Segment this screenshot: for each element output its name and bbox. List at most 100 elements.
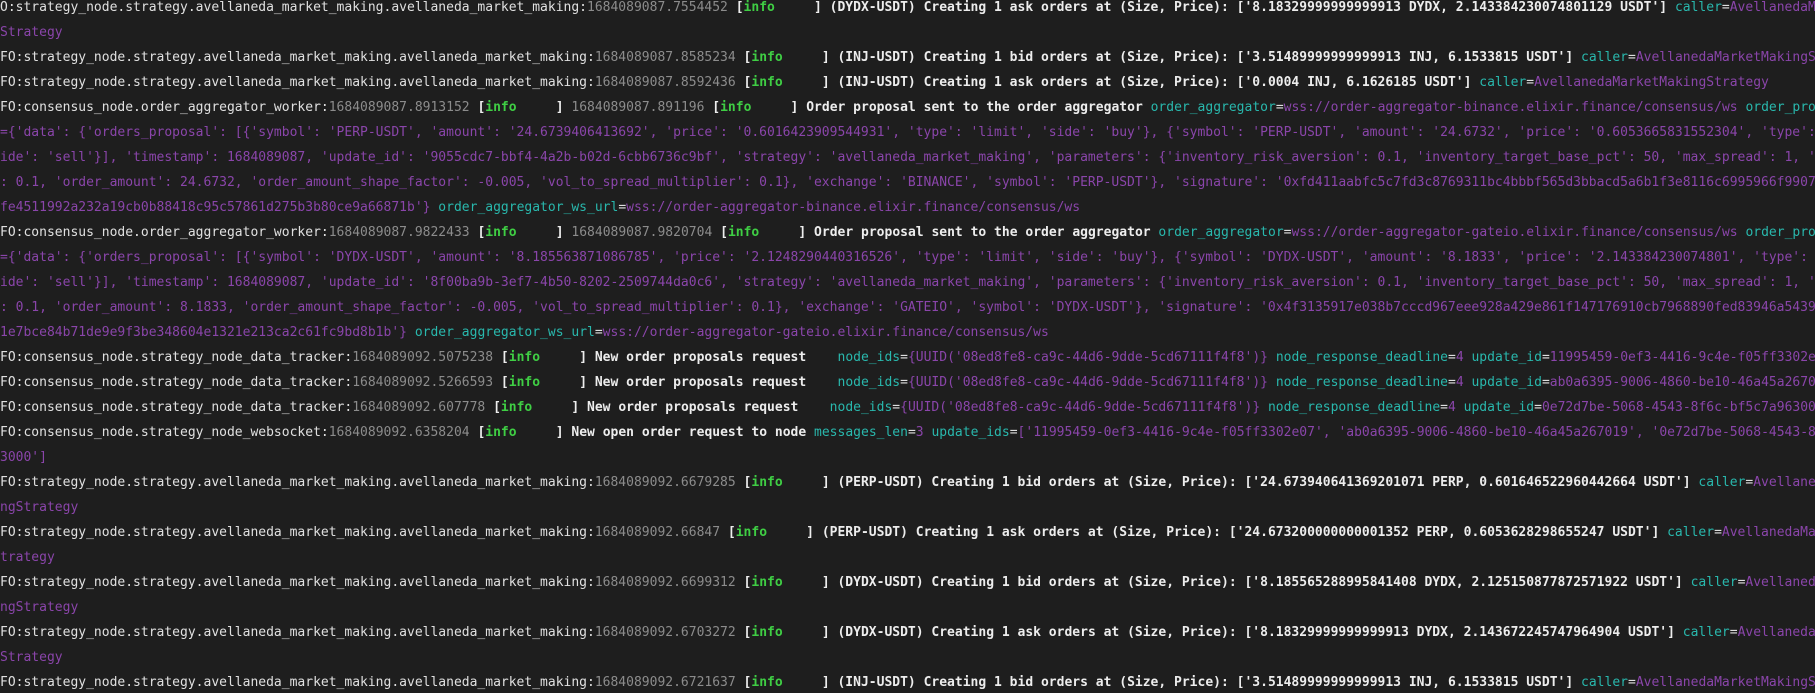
log-field-equals: = <box>594 325 603 340</box>
log-field-value: AvellanedaMarketMakingStrategy <box>1635 675 1815 690</box>
log-field-value: ={'data': {'orders_proposal': [{'symbol'… <box>0 125 1815 140</box>
log-level-bracket: ] <box>782 75 838 90</box>
log-level-bracket: [ <box>704 100 721 115</box>
log-level-bracket: ] <box>532 400 588 415</box>
log-field-key: caller <box>1682 625 1730 640</box>
log-source: FO:strategy_node.strategy.avellaneda_mar… <box>0 575 595 590</box>
log-line: Strategy <box>0 645 63 670</box>
log-level-info: info <box>485 425 517 440</box>
log-level-info: info <box>751 625 783 640</box>
log-level-info: info <box>720 100 752 115</box>
log-level-bracket: ] <box>782 625 838 640</box>
log-field-value: trategy <box>0 550 55 565</box>
log-level-info: info <box>751 675 783 690</box>
log-field-key: order_proposal <box>1745 225 1815 240</box>
log-message: (PERP-USDT) Creating 1 ask orders at (Si… <box>821 525 1668 540</box>
log-line: ide': 'sell'}], 'timestamp': 1684089087,… <box>0 145 1815 170</box>
log-timestamp: 1684089092.6703272 <box>594 625 736 640</box>
log-line: FO:strategy_node.strategy.avellaneda_mar… <box>0 70 1769 95</box>
log-timestamp: 1684089087.8913152 <box>328 100 470 115</box>
log-level-bracket: [ <box>735 625 752 640</box>
log-line: FO:strategy_node.strategy.avellaneda_mar… <box>0 520 1815 545</box>
log-source: FO:consensus_node.order_aggregator_worke… <box>0 100 329 115</box>
log-field-key: update_id <box>1471 375 1542 390</box>
log-level-bracket: [ <box>727 0 744 15</box>
log-message: (DYDX-USDT) Creating 1 bid orders at (Si… <box>837 575 1691 590</box>
log-level-bracket: ] <box>774 0 830 15</box>
log-timestamp: 1684089087.7554452 <box>587 0 728 15</box>
log-field-value: AvellanedaMarketMakingStrategy <box>1635 50 1815 65</box>
log-field-value: 3000'] <box>0 450 47 465</box>
log-field-key: order_aggregator_ws_url <box>438 200 619 215</box>
log-level-bracket: [ <box>469 100 486 115</box>
log-level-bracket: [ <box>485 400 501 415</box>
log-field-key: node_response_deadline <box>1275 375 1448 390</box>
log-level-bracket: [ <box>735 50 752 65</box>
log-field-value: ide': 'sell'}], 'timestamp': 1684089087,… <box>0 275 1815 290</box>
log-field-value: : 0.1, 'order_amount': 8.1833, 'order_am… <box>0 300 1815 315</box>
log-field-key: caller <box>1674 0 1722 15</box>
log-field-key: caller <box>1667 525 1715 540</box>
log-level-info: info <box>500 400 533 415</box>
log-field-value: ={'data': {'orders_proposal': [{'symbol'… <box>0 250 1815 265</box>
log-line: ngStrategy <box>0 595 78 620</box>
log-source: FO:consensus_node.strategy_node_websocke… <box>0 425 329 440</box>
log-field-key: caller <box>1690 575 1738 590</box>
log-field-equals: = <box>1729 625 1738 640</box>
log-field-equals: = <box>1534 400 1542 415</box>
log-field-key: messages_len <box>814 425 908 440</box>
log-message: New order proposals request <box>587 400 830 415</box>
log-field-key: caller <box>1479 75 1527 90</box>
log-field-key: order_aggregator <box>1158 225 1284 240</box>
log-line: FO:consensus_node.strategy_node_data_tra… <box>0 370 1815 395</box>
log-field-value: wss://order-aggregator-gateio.elixir.fin… <box>602 325 1049 340</box>
log-level-bracket: [ <box>469 425 486 440</box>
log-line: FO:strategy_node.strategy.avellaneda_mar… <box>0 470 1815 495</box>
log-field-equals: = <box>1628 50 1636 65</box>
log-timestamp: 1684089092.5075238 <box>352 350 494 365</box>
log-field-value: AvellanedaMarketMakingStrategy <box>1753 475 1815 490</box>
log-field-value: 0e72d7be-5068-4543-8f6c-bf5c7a963000 <box>1541 400 1815 415</box>
log-timestamp: 1684089087.9820704 <box>571 225 713 240</box>
log-level-info: info <box>751 475 783 490</box>
log-level-bracket: ] <box>782 50 838 65</box>
log-field-value: 4 <box>1448 400 1456 415</box>
log-field-key: node_ids <box>837 375 901 390</box>
log-source: FO:consensus_node.strategy_node_data_tra… <box>0 350 353 365</box>
log-timestamp: 1684089092.66847 <box>594 525 721 540</box>
log-level-bracket: ] <box>767 525 822 540</box>
log-level-bracket: ] <box>540 375 595 390</box>
terminal-output[interactable]: O:strategy_node.strategy.avellaneda_mark… <box>0 0 1815 693</box>
log-line: FO:strategy_node.strategy.avellaneda_mar… <box>0 45 1815 70</box>
log-source: FO:consensus_node.strategy_node_data_tra… <box>0 375 353 390</box>
log-line: ={'data': {'orders_proposal': [{'symbol'… <box>0 120 1815 145</box>
log-message: (INJ-USDT) Creating 1 bid orders at (Siz… <box>837 50 1582 65</box>
log-source <box>1268 375 1276 390</box>
log-message: Order proposal sent to the order aggrega… <box>814 225 1159 240</box>
log-source <box>1268 350 1276 365</box>
log-field-value: 1e7bce84b71de9e9f3be348604e1321e213ca2c6… <box>0 325 415 340</box>
log-line: O:strategy_node.strategy.avellaneda_mark… <box>0 0 1815 20</box>
log-line: FO:consensus_node.strategy_node_websocke… <box>0 420 1815 445</box>
log-level-info: info <box>751 575 783 590</box>
log-line: fe4511992a232a19cb0b88418c95c57861d275b3… <box>0 195 1080 220</box>
log-field-equals: = <box>892 400 901 415</box>
log-timestamp: 1684089087.891196 <box>571 100 705 115</box>
log-timestamp: 1684089092.6358204 <box>328 425 470 440</box>
log-field-equals: = <box>1628 675 1636 690</box>
log-field-key: node_response_deadline <box>1267 400 1441 415</box>
log-timestamp: 1684089092.5266593 <box>352 375 494 390</box>
log-field-value: fe4511992a232a19cb0b88418c95c57861d275b3… <box>0 200 439 215</box>
log-field-value: AvellanedaMarketMakingStrategy <box>1745 575 1815 590</box>
log-field-value: wss://order-aggregator-binance.elixir.fi… <box>1283 100 1738 115</box>
log-source: FO:consensus_node.order_aggregator_worke… <box>0 225 329 240</box>
log-timestamp: 1684089087.8585234 <box>594 50 736 65</box>
log-field-key: caller <box>1581 675 1628 690</box>
log-message: (INJ-USDT) Creating 1 bid orders at (Siz… <box>837 675 1582 690</box>
log-field-value: 3 <box>915 425 924 440</box>
log-field-equals: = <box>1714 525 1722 540</box>
log-message: (PERP-USDT) Creating 1 bid orders at (Si… <box>837 475 1699 490</box>
log-line: FO:strategy_node.strategy.avellaneda_mar… <box>0 670 1815 693</box>
log-field-value: Strategy <box>0 650 63 665</box>
log-level-info: info <box>751 50 783 65</box>
